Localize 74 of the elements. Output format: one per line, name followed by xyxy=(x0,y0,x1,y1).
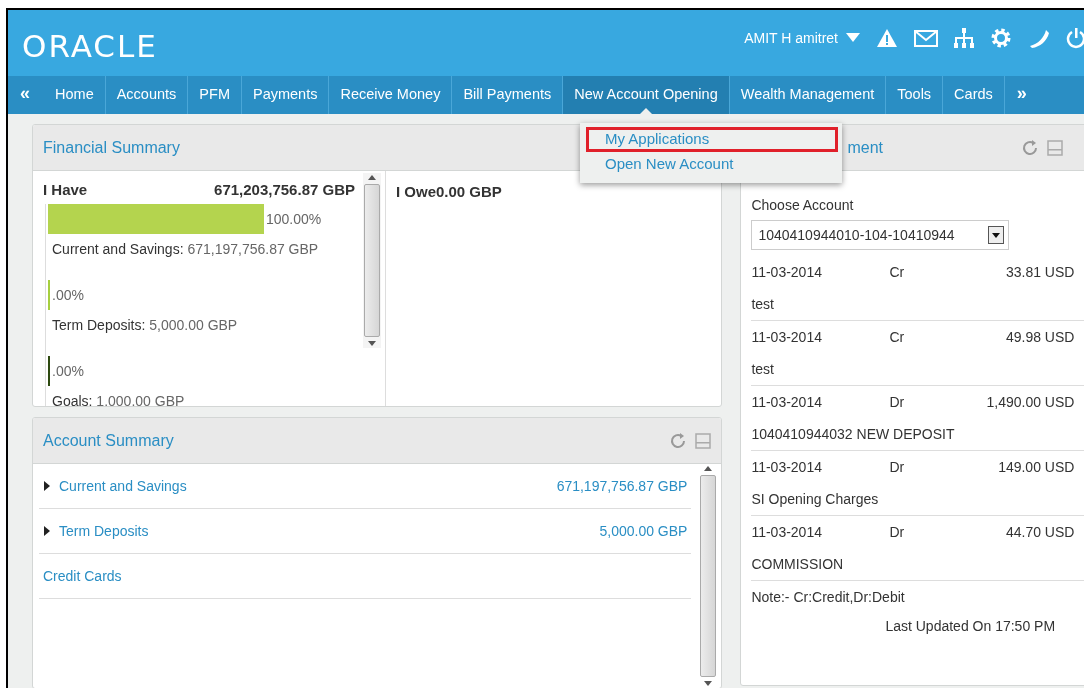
have-total: 671,203,756.87 GBP xyxy=(214,180,355,200)
nav-tab[interactable]: Tools xyxy=(886,76,944,114)
amount-cell-text: 44.70 USD xyxy=(1004,522,1075,542)
description-cell-text: 1040410944032 NEW DEPOSIT xyxy=(751,424,955,444)
type-cell-text: Cr xyxy=(889,327,906,347)
category-amount: Term Deposits: 5,000.00 GBP xyxy=(51,315,239,335)
refresh-icon[interactable] xyxy=(669,431,688,450)
note-text: Note:- Cr:Credit,Dr:Debit xyxy=(751,588,906,607)
amount-cell-text: 49.98 USD xyxy=(1004,327,1075,347)
oracle-logo: ORACLE xyxy=(22,26,158,66)
account-select[interactable]: 1040410944010-104-10410944 xyxy=(751,220,1010,250)
expand-icon[interactable] xyxy=(43,481,51,491)
description-cell-text: COMMISSION xyxy=(751,554,844,574)
scrollbar[interactable] xyxy=(699,464,718,688)
date-cell-text: 11-03-2014 xyxy=(751,457,823,477)
amount-cell-text: 1,490.00 USD xyxy=(985,392,1075,412)
account-amount: 671,197,756.87 GBP xyxy=(556,476,688,496)
expand-icon[interactable] xyxy=(43,526,51,536)
refresh-icon[interactable] xyxy=(1021,138,1039,157)
type-cell-text: Dr xyxy=(889,522,906,542)
sitemap-icon[interactable] xyxy=(954,28,974,48)
account-link[interactable]: Term Deposits xyxy=(59,520,149,542)
last-updated: Last Updated On 17:50 PM xyxy=(885,617,1057,636)
type-cell-text: Dr xyxy=(889,392,906,412)
mail-icon[interactable] xyxy=(914,29,938,47)
phone-icon[interactable] xyxy=(1028,28,1050,48)
nav-tab[interactable]: Wealth Management xyxy=(729,76,887,114)
account-link[interactable]: Current and Savings xyxy=(59,475,187,497)
category-amount: Current and Savings: 671,197,756.87 GBP xyxy=(51,239,320,259)
scroll-up-icon[interactable] xyxy=(368,175,376,180)
scroll-down-icon[interactable] xyxy=(704,681,713,686)
date-cell-text: 11-03-2014 xyxy=(751,327,823,347)
description-cell-text: test xyxy=(751,359,774,379)
date-cell-text: 11-03-2014 xyxy=(751,392,823,412)
have-label: I Have xyxy=(43,180,88,200)
nav-tab[interactable]: New Account Opening xyxy=(563,76,730,114)
menu-item[interactable]: Open New Account xyxy=(586,151,838,177)
owe-total: I Owe0.00 GBP xyxy=(396,182,502,202)
user-name[interactable]: AMIT H amitret xyxy=(744,27,838,49)
date-cell-text: 11-03-2014 xyxy=(751,522,823,542)
description-cell-text: SI Opening Charges xyxy=(751,489,879,509)
minimize-icon[interactable] xyxy=(1047,139,1063,156)
scroll-up-icon[interactable] xyxy=(704,466,713,471)
nav-tab[interactable]: Cards xyxy=(943,76,1005,114)
panel-title: ment xyxy=(846,137,883,158)
scroll-left-button[interactable]: « xyxy=(8,76,44,114)
panel-title: Financial Summary xyxy=(43,137,180,158)
description-cell-text: test xyxy=(751,294,774,314)
amount-cell-text: 33.81 USD xyxy=(1004,262,1075,282)
scroll-down-icon[interactable] xyxy=(368,341,376,346)
power-icon[interactable] xyxy=(1066,27,1084,49)
warning-icon[interactable] xyxy=(876,28,898,48)
nav-tab[interactable]: PFM xyxy=(188,76,242,114)
percent-label: .00% xyxy=(52,285,84,305)
nav-tab[interactable]: Home xyxy=(44,76,106,114)
nav-tab[interactable]: Payments xyxy=(241,76,330,114)
account-link[interactable]: Credit Cards xyxy=(43,565,122,587)
scrollbar[interactable] xyxy=(363,173,381,348)
panel-title: Account Summary xyxy=(43,430,174,451)
nav-tab[interactable]: Receive Money xyxy=(329,76,453,114)
nav-tab[interactable]: Accounts xyxy=(105,76,189,114)
settings-icon[interactable] xyxy=(990,27,1012,49)
type-cell-text: Cr xyxy=(889,262,906,282)
date-cell-text: 11-03-2014 xyxy=(751,262,823,282)
amount-cell-text: 149.00 USD xyxy=(997,457,1075,477)
field-label: Choose Account xyxy=(751,196,855,215)
percent-label: 100.00% xyxy=(266,209,322,229)
account-amount: 5,000.00 GBP xyxy=(599,521,688,541)
minimize-icon[interactable] xyxy=(695,432,712,449)
caret-icon[interactable] xyxy=(846,33,860,43)
menu-item[interactable]: My Applications xyxy=(586,127,838,152)
percent-label: .00% xyxy=(52,361,84,381)
scroll-right-button[interactable]: » xyxy=(1004,76,1041,114)
type-cell-text: Dr xyxy=(889,457,906,477)
